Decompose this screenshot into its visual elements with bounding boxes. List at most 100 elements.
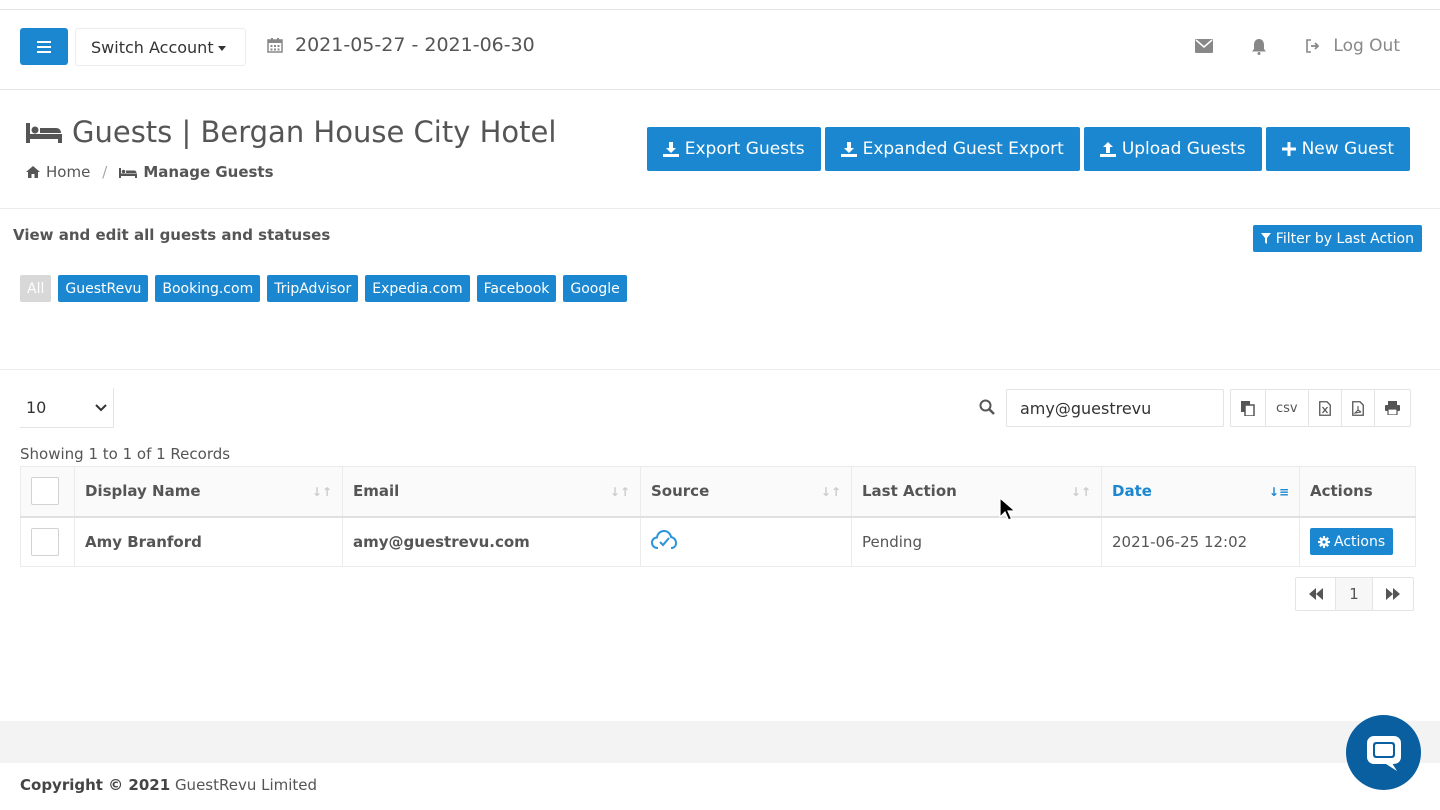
print-icon [1384, 401, 1400, 415]
csv-button[interactable]: csv [1266, 390, 1309, 426]
select-all-checkbox[interactable] [31, 477, 59, 506]
forward-icon [1386, 588, 1400, 600]
prev-page-button[interactable] [1296, 578, 1336, 610]
copyright-text: Copyright © 2021 [20, 776, 171, 794]
envelope-icon[interactable] [1195, 39, 1214, 53]
sort-desc-icon: ↓≡ [1268, 485, 1289, 499]
switch-account-dropdown[interactable]: Switch Account [75, 28, 246, 66]
breadcrumb: Home / Manage Guests [26, 163, 274, 181]
column-actions: Actions [1299, 466, 1416, 518]
new-guest-button[interactable]: New Guest [1265, 127, 1410, 171]
download-icon [662, 141, 679, 157]
row-checkbox[interactable] [31, 527, 59, 556]
column-date[interactable]: Date ↓≡ [1101, 466, 1300, 518]
mouse-cursor-icon [999, 497, 1017, 521]
source-tag-facebook[interactable]: Facebook [476, 275, 557, 302]
column-label: Date [1112, 482, 1152, 501]
pdf-button[interactable] [1342, 390, 1375, 426]
calendar-icon [267, 38, 283, 53]
filter-button-label: Filter by Last Action [1275, 230, 1414, 247]
records-info: Showing 1 to 1 of 1 Records [20, 445, 231, 463]
row-actions-button[interactable]: Actions [1310, 528, 1394, 556]
date-range-text: 2021-05-27 - 2021-06-30 [295, 34, 535, 56]
source-tag-booking[interactable]: Booking.com [155, 275, 261, 302]
switch-account-label: Switch Account [91, 37, 214, 57]
chevron-down-icon [95, 403, 107, 411]
pdf-file-icon [1351, 400, 1364, 416]
chat-widget-button[interactable] [1346, 715, 1421, 790]
cell-actions: Actions [1299, 516, 1416, 567]
expanded-guest-export-button[interactable]: Expanded Guest Export [824, 127, 1080, 171]
date-range-picker[interactable]: 2021-05-27 - 2021-06-30 [267, 34, 535, 56]
header-actions: Export Guests Expanded Guest Export Uplo… [646, 127, 1410, 171]
page-title-text: Guests | Bergan House City Hotel [72, 115, 557, 149]
source-tag-tripadvisor[interactable]: TripAdvisor [267, 275, 359, 302]
source-tag-all[interactable]: All [20, 275, 52, 302]
filter-section: View and edit all guests and statuses Fi… [0, 210, 1440, 370]
column-source[interactable]: Source ↓↑ [640, 466, 852, 518]
source-tag-google[interactable]: Google [563, 275, 627, 302]
pagination: 1 [1295, 577, 1414, 611]
nav-right: Log Out [1195, 36, 1400, 56]
row-actions-label: Actions [1334, 533, 1386, 550]
table-header-row: Display Name ↓↑ Email ↓↑ Source ↓↑ Last … [20, 466, 1416, 518]
column-label: Last Action [862, 482, 957, 501]
column-label: Actions [1310, 482, 1373, 501]
sort-icon: ↓↑ [1070, 485, 1091, 499]
excel-button[interactable] [1309, 390, 1342, 426]
search-input[interactable] [1006, 389, 1224, 427]
copy-icon [1241, 400, 1255, 416]
section-subtitle: View and edit all guests and statuses [13, 226, 331, 244]
breadcrumb-separator: / [102, 163, 108, 181]
next-page-button[interactable] [1373, 578, 1413, 610]
expanded-guest-export-label: Expanded Guest Export [862, 139, 1064, 159]
upload-guests-button[interactable]: Upload Guests [1083, 127, 1262, 171]
breadcrumb-home[interactable]: Home [46, 163, 90, 181]
hamburger-icon [37, 40, 51, 53]
guestrevu-icon [650, 529, 678, 549]
row-select-cell [20, 516, 75, 567]
footer: Copyright © 2021 GuestRevu Limited [20, 776, 317, 794]
cell-source [640, 516, 852, 567]
logout-link[interactable]: Log Out [1305, 36, 1400, 56]
excel-file-icon [1318, 400, 1331, 416]
logout-label: Log Out [1333, 36, 1400, 56]
bell-icon[interactable] [1251, 38, 1267, 55]
filter-icon [1260, 233, 1271, 244]
guests-table-area: 10 csv [0, 371, 1440, 721]
export-guests-button[interactable]: Export Guests [646, 127, 821, 171]
column-email[interactable]: Email ↓↑ [342, 466, 641, 518]
menu-toggle-button[interactable] [20, 28, 68, 65]
source-tag-guestrevu[interactable]: GuestRevu [58, 275, 149, 302]
sign-out-icon [1306, 39, 1320, 53]
page-header: Guests | Bergan House City Hotel Home / … [0, 91, 1440, 209]
page-size-value: 10 [26, 398, 47, 417]
sort-icon: ↓↑ [609, 485, 630, 499]
page-size-select[interactable]: 10 [20, 388, 114, 428]
source-tag-expedia[interactable]: Expedia.com [365, 275, 470, 302]
cell-last-action: Pending [851, 516, 1102, 567]
download-icon [840, 141, 857, 157]
column-label: Display Name [85, 482, 201, 501]
column-label: Source [651, 482, 710, 501]
cell-date: 2021-06-25 12:02 [1101, 516, 1300, 567]
home-icon [26, 166, 40, 178]
upload-icon [1099, 141, 1116, 157]
bed-icon [26, 123, 62, 143]
caret-down-icon [217, 45, 226, 51]
column-last-action[interactable]: Last Action ↓↑ [851, 466, 1102, 518]
filter-by-last-action-button[interactable]: Filter by Last Action [1252, 225, 1422, 252]
export-guests-label: Export Guests [684, 139, 805, 159]
backward-icon [1308, 588, 1323, 600]
new-guest-label: New Guest [1301, 139, 1394, 159]
source-filter-tags: All GuestRevu Booking.com TripAdvisor Ex… [20, 275, 627, 302]
select-all-header [20, 466, 75, 518]
page-number-button[interactable]: 1 [1336, 578, 1373, 610]
chat-bubble-icon [1366, 735, 1401, 771]
print-button[interactable] [1375, 390, 1410, 426]
table-row: Amy Branford amy@guestrevu.com Pending 2… [20, 516, 1416, 567]
column-display-name[interactable]: Display Name ↓↑ [74, 466, 343, 518]
cell-email: amy@guestrevu.com [342, 516, 641, 567]
copy-button[interactable] [1231, 390, 1266, 426]
page-title: Guests | Bergan House City Hotel [26, 115, 556, 149]
